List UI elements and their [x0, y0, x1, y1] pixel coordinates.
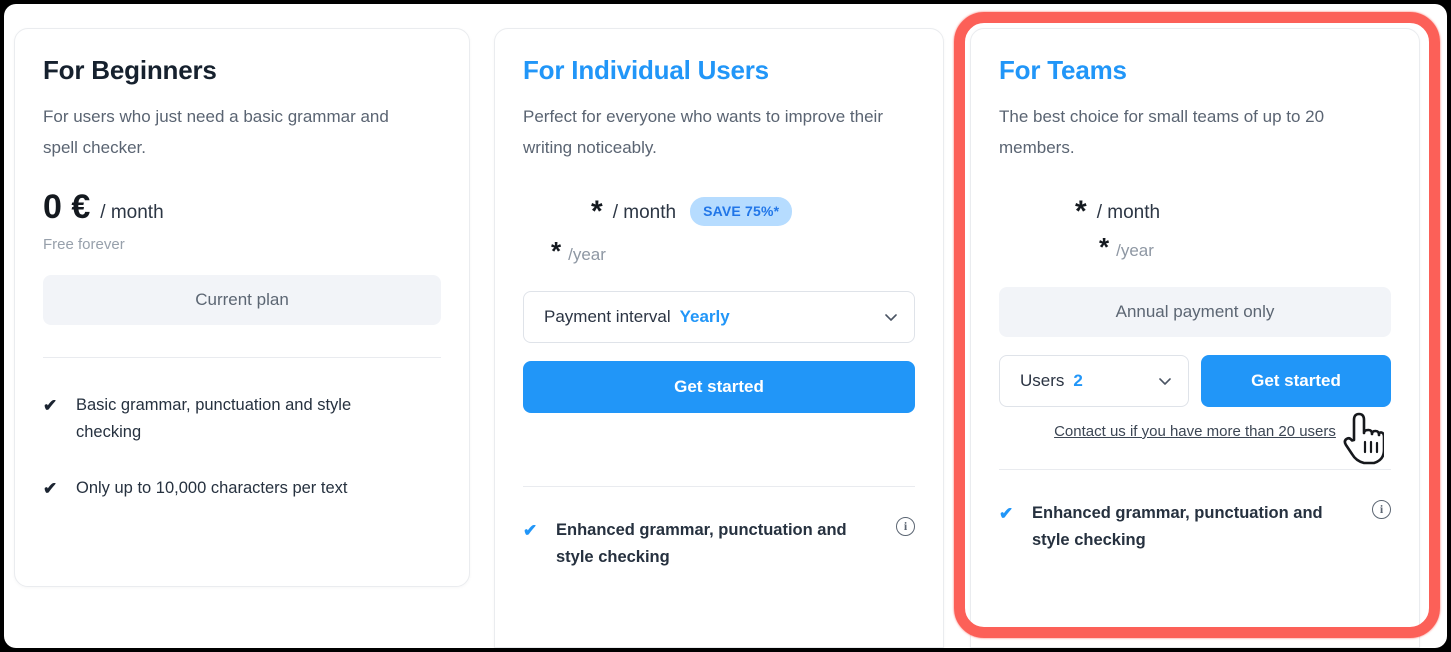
- price-block-teams: * / month * /year: [999, 194, 1391, 261]
- annual-payment-note: Annual payment only: [999, 286, 1391, 337]
- feature-text: Enhanced grammar, punctuation and style …: [556, 520, 847, 566]
- users-count-select[interactable]: Users 2: [999, 354, 1189, 407]
- price-unit-beginners: / month: [100, 201, 164, 223]
- price-row: 0 € / month: [43, 190, 441, 224]
- users-value: 2: [1073, 370, 1083, 390]
- feature-item: ✔ Only up to 10,000 characters per text: [43, 475, 441, 502]
- check-icon: ✔: [43, 479, 58, 499]
- price-block-individual: * / month SAVE 75%* * /year: [523, 194, 915, 265]
- payment-interval-value: Yearly: [679, 306, 730, 326]
- feature-list-teams: ✔ Enhanced grammar, punctuation and styl…: [999, 499, 1391, 553]
- feature-item: ✔ Enhanced grammar, punctuation and styl…: [523, 516, 915, 570]
- feature-list-individual: ✔ Enhanced grammar, punctuation and styl…: [523, 516, 915, 570]
- plan-title-beginners: For Beginners: [43, 55, 217, 85]
- price-unit-teams: / month: [1096, 201, 1161, 223]
- plan-title-teams: For Teams: [999, 55, 1127, 85]
- yearly-price-unit: /year: [1116, 240, 1154, 260]
- current-plan-button[interactable]: Current plan: [43, 274, 441, 325]
- price-row: * / month: [999, 194, 1391, 228]
- yearly-price-unit: /year: [568, 244, 606, 264]
- payment-interval-label: Payment interval: [544, 306, 671, 326]
- yearly-price-amount: *: [551, 235, 562, 266]
- pricing-page: For Beginners For users who just need a …: [4, 4, 1447, 648]
- divider: [43, 356, 441, 358]
- feature-text: Basic grammar, punctuation and style che…: [76, 395, 352, 441]
- divider: [999, 468, 1391, 470]
- get-started-button-individual[interactable]: Get started: [523, 360, 915, 413]
- yearly-price-amount: *: [1099, 231, 1110, 262]
- yearly-price-row: * /year: [999, 234, 1391, 261]
- price-block-beginners: 0 € / month Free forever: [43, 190, 441, 253]
- screenshot-frame: For Beginners For users who just need a …: [0, 0, 1451, 652]
- feature-list-beginners: ✔ Basic grammar, punctuation and style c…: [43, 392, 441, 503]
- plan-card-individual: For Individual Users Perfect for everyon…: [494, 28, 944, 648]
- feature-item: ✔ Basic grammar, punctuation and style c…: [43, 392, 441, 445]
- plan-title-individual: For Individual Users: [523, 55, 769, 85]
- price-unit-individual: / month: [612, 201, 677, 223]
- yearly-price-row: * /year: [523, 238, 915, 265]
- price-amount-teams: *: [1075, 194, 1087, 228]
- plan-description-teams: The best choice for small teams of up to…: [999, 107, 1325, 158]
- plan-description-beginners: For users who just need a basic grammar …: [43, 107, 389, 158]
- check-icon: ✔: [999, 503, 1014, 523]
- plan-card-teams: For Teams The best choice for small team…: [970, 28, 1420, 648]
- feature-text: Enhanced grammar, punctuation and style …: [1032, 503, 1323, 549]
- chevron-down-icon: [884, 310, 898, 324]
- chevron-down-icon: [1158, 374, 1172, 388]
- check-icon: ✔: [523, 520, 538, 540]
- price-amount-beginners: 0 €: [43, 187, 91, 226]
- price-amount-individual: *: [591, 194, 603, 228]
- divider: [523, 485, 915, 487]
- price-row: * / month SAVE 75%*: [523, 194, 915, 228]
- price-subtext-beginners: Free forever: [43, 235, 125, 253]
- users-label: Users: [1020, 370, 1065, 390]
- payment-interval-select[interactable]: Payment interval Yearly: [523, 290, 915, 343]
- plan-card-beginners: For Beginners For users who just need a …: [14, 28, 470, 587]
- contact-us-link[interactable]: Contact us if you have more than 20 user…: [999, 423, 1391, 440]
- plan-description-individual: Perfect for everyone who wants to improv…: [523, 107, 883, 158]
- feature-item: ✔ Enhanced grammar, punctuation and styl…: [999, 499, 1391, 553]
- info-icon[interactable]: i: [1372, 499, 1391, 519]
- check-icon: ✔: [43, 395, 58, 415]
- feature-text: Only up to 10,000 characters per text: [76, 479, 348, 498]
- info-icon[interactable]: i: [896, 516, 915, 536]
- save-badge: SAVE 75%*: [690, 196, 793, 226]
- get-started-button-teams[interactable]: Get started: [1201, 354, 1391, 407]
